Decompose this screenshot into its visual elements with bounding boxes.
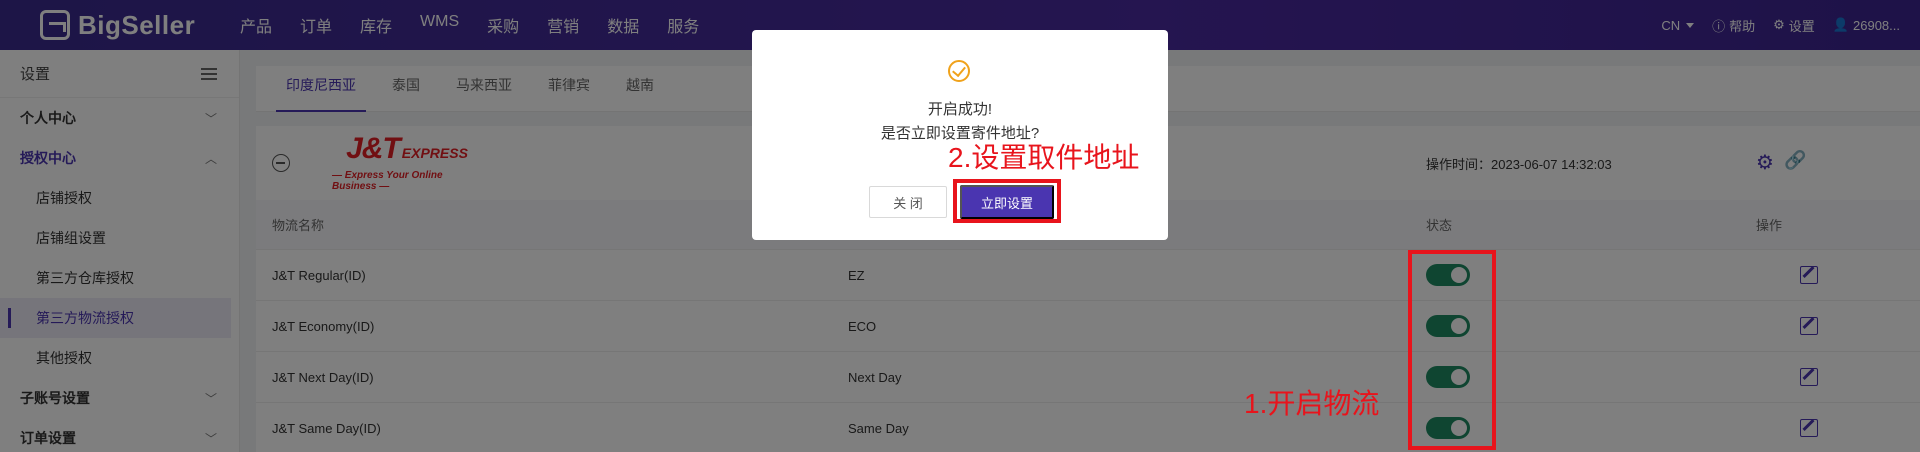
close-button[interactable]: 关 闭 — [869, 186, 947, 218]
annotation-step2-label: 2.设置取件地址 — [948, 142, 1140, 173]
success-check-icon — [948, 60, 970, 82]
annotation-box-toggles — [1408, 250, 1496, 450]
annotation-step1-label: 1.开启物流 — [1244, 388, 1380, 419]
dialog-message-title: 开启成功! — [927, 101, 993, 118]
annotation-box-set-button — [953, 179, 1061, 223]
